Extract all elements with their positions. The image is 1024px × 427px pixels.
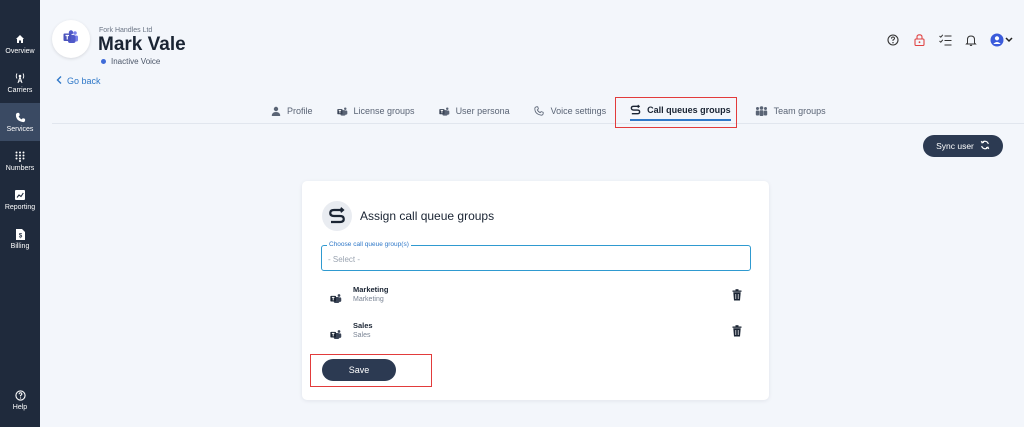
- bell-icon[interactable]: [964, 33, 978, 47]
- sidebar-item-reporting[interactable]: Reporting: [0, 181, 40, 219]
- sidebar: Overview Carriers Services Numbers Repor…: [0, 0, 40, 427]
- tab-label: License groups: [353, 106, 415, 116]
- sidebar-item-label: Help: [12, 404, 28, 411]
- select-label: Choose call queue group(s): [327, 241, 411, 248]
- teams-icon: [438, 106, 450, 117]
- help-icon: [14, 389, 26, 401]
- tab-license-groups[interactable]: License groups: [336, 101, 415, 121]
- checklist-icon[interactable]: [938, 33, 952, 47]
- header-toolbar: [874, 33, 1014, 47]
- teams-icon: [336, 106, 348, 117]
- chevron-left-icon: [56, 76, 62, 86]
- tab-profile[interactable]: Profile: [270, 101, 313, 121]
- tabs-divider: [52, 123, 1024, 124]
- sync-label: Sync user: [936, 141, 974, 151]
- tab-label: Team groups: [773, 106, 826, 116]
- lock-icon[interactable]: [912, 33, 926, 47]
- group-name: Sales: [353, 321, 373, 330]
- company-name: Fork Handles Ltd: [99, 27, 153, 34]
- sidebar-item-help[interactable]: Help: [0, 381, 40, 419]
- keypad-icon: [14, 150, 26, 162]
- list-item: Marketing Marketing: [330, 285, 750, 307]
- call-queue-group-select[interactable]: Choose call queue group(s) - Select -: [321, 241, 751, 271]
- highlight-box-save: [310, 354, 432, 387]
- teams-icon: [330, 291, 342, 303]
- trash-icon[interactable]: [731, 324, 743, 337]
- group-name: Marketing: [353, 285, 389, 294]
- sidebar-item-label: Carriers: [7, 87, 33, 94]
- sidebar-item-label: Overview: [5, 48, 35, 55]
- sidebar-item-services[interactable]: Services: [0, 103, 40, 141]
- highlight-box-tab: [615, 97, 737, 128]
- sync-icon: [980, 140, 990, 152]
- status-badge: Inactive Voice: [101, 57, 160, 66]
- sidebar-item-label: Services: [6, 126, 34, 133]
- tab-label: Voice settings: [550, 106, 607, 116]
- teams-avatar: [52, 20, 90, 58]
- chart-icon: [14, 189, 26, 201]
- sidebar-item-billing[interactable]: $ Billing: [0, 220, 40, 258]
- phone-icon: [534, 106, 545, 117]
- status-text: Inactive Voice: [111, 57, 161, 66]
- team-icon: [755, 106, 768, 117]
- tab-voice-settings[interactable]: Voice settings: [534, 101, 607, 121]
- list-item: Sales Sales: [330, 321, 750, 343]
- card-title: Assign call queue groups: [360, 209, 495, 223]
- home-icon: [14, 33, 26, 45]
- sync-user-button[interactable]: Sync user: [923, 135, 1003, 157]
- trash-icon[interactable]: [731, 288, 743, 301]
- tab-bar: Profile License groups User persona Voic…: [270, 101, 850, 121]
- group-subtitle: Sales: [353, 332, 371, 339]
- phone-icon: [14, 111, 26, 123]
- status-dot-icon: [101, 59, 106, 64]
- select-placeholder: - Select -: [328, 255, 361, 264]
- antenna-icon: [14, 72, 26, 84]
- teams-icon: [63, 29, 79, 49]
- tab-label: Profile: [287, 106, 313, 116]
- go-back-link[interactable]: Go back: [56, 76, 101, 86]
- go-back-label: Go back: [67, 76, 101, 86]
- sidebar-item-overview[interactable]: Overview: [0, 25, 40, 63]
- person-icon: [270, 106, 281, 117]
- sidebar-item-carriers[interactable]: Carriers: [0, 64, 40, 102]
- tab-label: User persona: [455, 106, 510, 116]
- sidebar-item-numbers[interactable]: Numbers: [0, 142, 40, 180]
- sidebar-item-label: Billing: [10, 243, 30, 250]
- tab-team-groups[interactable]: Team groups: [755, 101, 826, 121]
- group-subtitle: Marketing: [353, 296, 384, 303]
- user-menu-button[interactable]: [990, 33, 1014, 47]
- teams-icon: [330, 327, 342, 339]
- sidebar-item-label: Reporting: [4, 204, 36, 211]
- help-icon[interactable]: [886, 33, 900, 47]
- invoice-icon: $: [14, 228, 26, 240]
- call-queue-icon: [322, 201, 352, 231]
- sidebar-item-label: Numbers: [5, 165, 35, 172]
- page-title: Mark Vale: [98, 34, 186, 55]
- tab-user-persona[interactable]: User persona: [438, 101, 510, 121]
